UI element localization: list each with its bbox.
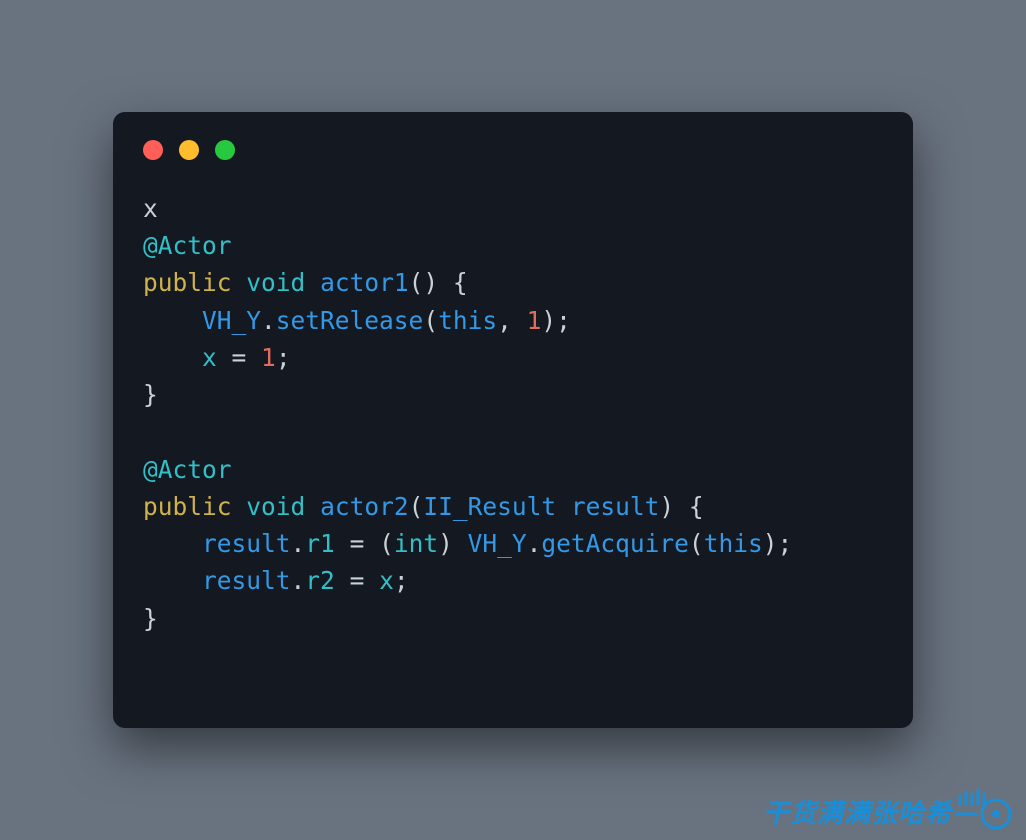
zoom-icon[interactable] bbox=[215, 140, 235, 160]
dot: . bbox=[527, 529, 542, 558]
method-call: getAcquire bbox=[541, 529, 689, 558]
identifier: result bbox=[202, 566, 291, 595]
paren-close: ) bbox=[438, 529, 468, 558]
keyword-public: public bbox=[143, 268, 232, 297]
indent bbox=[143, 306, 202, 335]
parens: () bbox=[409, 268, 439, 297]
paren-close: ); bbox=[763, 529, 793, 558]
dot: . bbox=[291, 566, 306, 595]
comma: , bbox=[497, 306, 527, 335]
close-icon[interactable] bbox=[143, 140, 163, 160]
number-literal: 1 bbox=[261, 343, 276, 372]
brace: } bbox=[143, 604, 158, 633]
dot: . bbox=[261, 306, 276, 335]
cast-type: int bbox=[394, 529, 438, 558]
semicolon: ; bbox=[276, 343, 291, 372]
annotation: @Actor bbox=[143, 455, 232, 484]
keyword-public: public bbox=[143, 492, 232, 521]
code-token: x bbox=[143, 194, 158, 223]
method-call: setRelease bbox=[276, 306, 424, 335]
variable: x bbox=[202, 343, 217, 372]
equals: = bbox=[217, 343, 261, 372]
equals: = bbox=[335, 529, 379, 558]
indent bbox=[143, 529, 202, 558]
code-block: x @Actor public void actor1() { VH_Y.set… bbox=[143, 190, 883, 637]
semicolon: ; bbox=[394, 566, 409, 595]
dot: . bbox=[291, 529, 306, 558]
paren-open: ( bbox=[689, 529, 704, 558]
keyword-void: void bbox=[246, 268, 305, 297]
minimize-icon[interactable] bbox=[179, 140, 199, 160]
paren-close: ) bbox=[659, 492, 674, 521]
keyword-void: void bbox=[246, 492, 305, 521]
equals: = bbox=[335, 566, 379, 595]
brace: } bbox=[143, 380, 158, 409]
keyword-this: this bbox=[438, 306, 497, 335]
watermark: 干货满满张哈希 bbox=[763, 786, 1016, 836]
indent bbox=[143, 566, 202, 595]
brace: { bbox=[674, 492, 704, 521]
identifier: VH_Y bbox=[202, 306, 261, 335]
indent bbox=[143, 343, 202, 372]
paren-open: ( bbox=[409, 492, 424, 521]
method-name: actor2 bbox=[320, 492, 409, 521]
brace: { bbox=[438, 268, 468, 297]
window-controls bbox=[143, 140, 883, 160]
watermark-text: 干货满满张哈希 bbox=[763, 793, 952, 830]
paren-open: ( bbox=[423, 306, 438, 335]
field: r2 bbox=[305, 566, 335, 595]
method-name: actor1 bbox=[320, 268, 409, 297]
code-window: x @Actor public void actor1() { VH_Y.set… bbox=[113, 112, 913, 728]
identifier: result bbox=[202, 529, 291, 558]
identifier: VH_Y bbox=[468, 529, 527, 558]
paren-close: ); bbox=[541, 306, 571, 335]
annotation: @Actor bbox=[143, 231, 232, 260]
field: r1 bbox=[305, 529, 335, 558]
param-type: II_Result bbox=[423, 492, 556, 521]
watermark-logo-icon bbox=[956, 786, 1016, 836]
keyword-this: this bbox=[704, 529, 763, 558]
paren-open: ( bbox=[379, 529, 394, 558]
number-literal: 1 bbox=[527, 306, 542, 335]
param-name: result bbox=[556, 492, 659, 521]
variable: x bbox=[379, 566, 394, 595]
